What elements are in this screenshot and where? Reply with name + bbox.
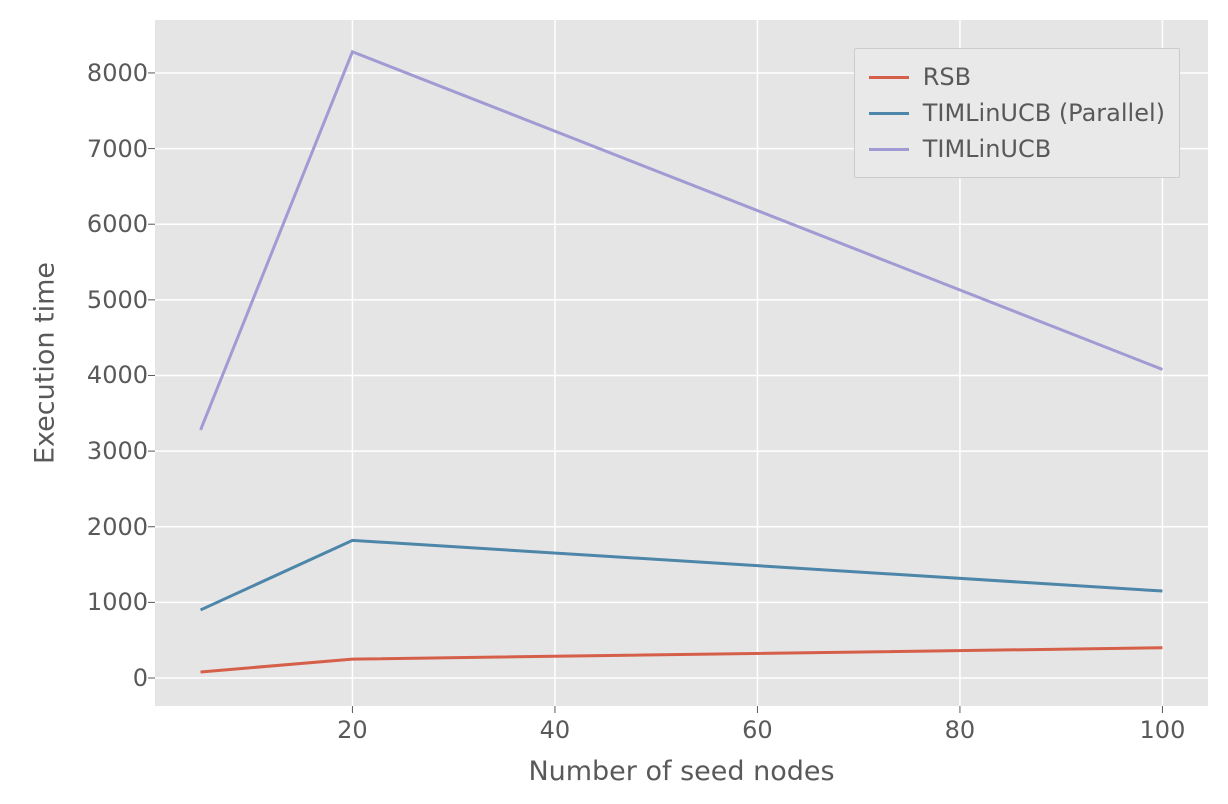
x-tick-label: 20 <box>312 716 392 744</box>
series-line-1 <box>201 540 1163 610</box>
legend-label: RSB <box>923 63 971 91</box>
legend-label: TIMLinUCB <box>923 135 1051 163</box>
plot-area: RSB TIMLinUCB (Parallel) TIMLinUCB <box>155 20 1208 706</box>
legend-swatch <box>869 112 909 115</box>
legend-label: TIMLinUCB (Parallel) <box>923 99 1165 127</box>
legend: RSB TIMLinUCB (Parallel) TIMLinUCB <box>854 48 1180 178</box>
legend-swatch <box>869 76 909 79</box>
legend-item: TIMLinUCB (Parallel) <box>869 95 1165 131</box>
legend-swatch <box>869 148 909 151</box>
x-tick-label: 80 <box>920 716 1000 744</box>
x-tick-label: 40 <box>515 716 595 744</box>
series-line-0 <box>201 648 1163 672</box>
legend-item: TIMLinUCB <box>869 131 1165 167</box>
x-tick-label: 60 <box>717 716 797 744</box>
legend-item: RSB <box>869 59 1165 95</box>
x-tick-label: 100 <box>1122 716 1202 744</box>
chart-container: RSBTIMLinUCB (Parallel)TIMLinUCB 0100020… <box>0 0 1228 804</box>
y-axis-label: Execution time <box>30 23 61 703</box>
x-axis-label: Number of seed nodes <box>155 756 1208 787</box>
